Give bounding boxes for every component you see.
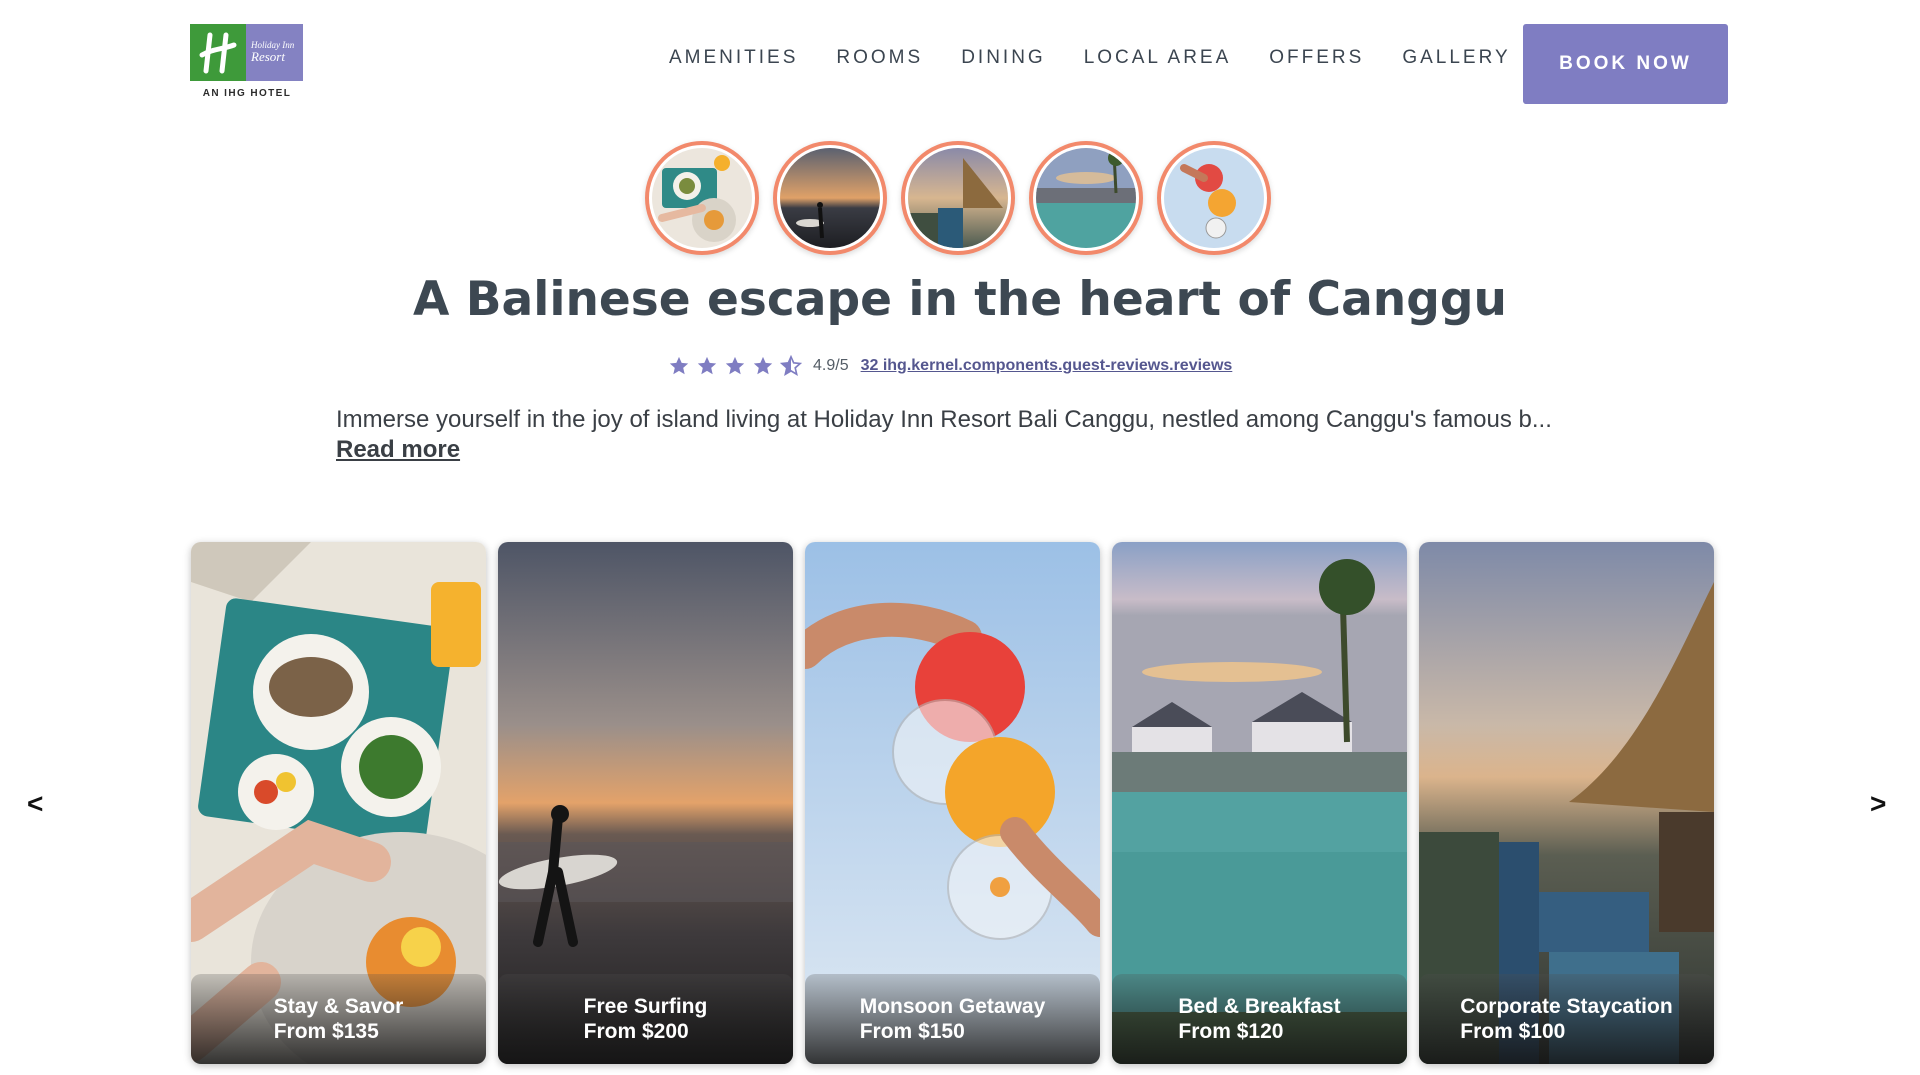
thumbnail-resort-pool[interactable] xyxy=(901,141,1015,255)
nav-gallery[interactable]: GALLERY xyxy=(1402,47,1510,69)
star-full-icon xyxy=(725,356,745,375)
thumbnail-infinity-pool[interactable] xyxy=(1029,141,1143,255)
nav-amenities[interactable]: AMENITIES xyxy=(669,47,798,69)
thumbnail-breakfast[interactable] xyxy=(645,141,759,255)
logo-subtitle: AN IHG HOTEL xyxy=(202,88,292,99)
read-more-link[interactable]: Read more xyxy=(336,436,460,464)
offer-card-free-surfing[interactable]: Free Surfing From $200 xyxy=(498,542,793,1064)
nav-dining[interactable]: DINING xyxy=(961,47,1046,69)
hotel-logo[interactable]: Holiday Inn Resort AN IHG HOTEL xyxy=(190,24,304,99)
offer-price: From $200 xyxy=(583,1020,689,1043)
book-now-button[interactable]: BOOK NOW xyxy=(1523,24,1728,104)
offer-card-corporate-staycation[interactable]: Corporate Staycation From $100 xyxy=(1419,542,1714,1064)
logo-h-icon xyxy=(190,24,246,81)
offer-price: From $135 xyxy=(273,1020,379,1043)
logo-wordmark: Holiday Inn Resort xyxy=(246,24,303,81)
offer-title: Monsoon Getaway xyxy=(859,995,1046,1018)
carousel-next-button[interactable]: > xyxy=(1870,788,1886,820)
rating-score: 4.9/5 xyxy=(813,357,849,374)
infinity-pool-thumbnail-icon xyxy=(1036,148,1136,248)
offer-price: From $150 xyxy=(859,1020,965,1043)
resort-pool-thumbnail-icon xyxy=(908,148,1008,248)
offer-price: From $120 xyxy=(1178,1020,1284,1043)
offers-carousel: Stay & Savor From $135 Free Surfing From… xyxy=(191,542,1714,1064)
offer-title: Free Surfing xyxy=(583,995,708,1018)
star-full-icon xyxy=(669,356,689,375)
offer-title: Stay & Savor xyxy=(273,995,404,1018)
thumbnail-surfer[interactable] xyxy=(773,141,887,255)
logo-line2: Resort xyxy=(251,49,285,65)
thumbnail-row xyxy=(645,141,1271,255)
page-title: A Balinese escape in the heart of Canggu xyxy=(412,272,1508,327)
nav-local-area[interactable]: LOCAL AREA xyxy=(1084,47,1232,69)
star-half-icon xyxy=(780,355,802,376)
thumbnail-cocktails[interactable] xyxy=(1157,141,1271,255)
star-full-icon xyxy=(753,356,773,375)
offer-price: From $100 xyxy=(1460,1020,1566,1043)
breakfast-thumbnail-icon xyxy=(652,148,752,248)
offer-card-monsoon-getaway[interactable]: Monsoon Getaway From $150 xyxy=(805,542,1100,1064)
cocktails-thumbnail-icon xyxy=(1164,148,1264,248)
main-nav: AMENITIES ROOMS DINING LOCAL AREA OFFERS… xyxy=(669,47,1549,69)
surfer-sunset-thumbnail-icon xyxy=(780,148,880,248)
nav-offers[interactable]: OFFERS xyxy=(1269,47,1364,69)
offer-card-stay-savor[interactable]: Stay & Savor From $135 xyxy=(191,542,486,1064)
offer-card-bed-breakfast[interactable]: Bed & Breakfast From $120 xyxy=(1112,542,1407,1064)
intro-text: Immerse yourself in the joy of island li… xyxy=(336,406,1552,433)
offer-title: Corporate Staycation xyxy=(1460,995,1673,1018)
offer-title: Bed & Breakfast xyxy=(1178,995,1341,1018)
reviews-link[interactable]: 32 ihg.kernel.components.guest-reviews.r… xyxy=(861,357,1233,375)
nav-rooms[interactable]: ROOMS xyxy=(836,47,923,69)
star-full-icon xyxy=(697,356,717,375)
rating-stars xyxy=(668,355,802,377)
rating-summary: 4.9/5 32 ihg.kernel.components.guest-rev… xyxy=(668,355,1232,377)
logo-mark: Holiday Inn Resort xyxy=(190,24,303,81)
carousel-prev-button[interactable]: < xyxy=(27,788,43,820)
